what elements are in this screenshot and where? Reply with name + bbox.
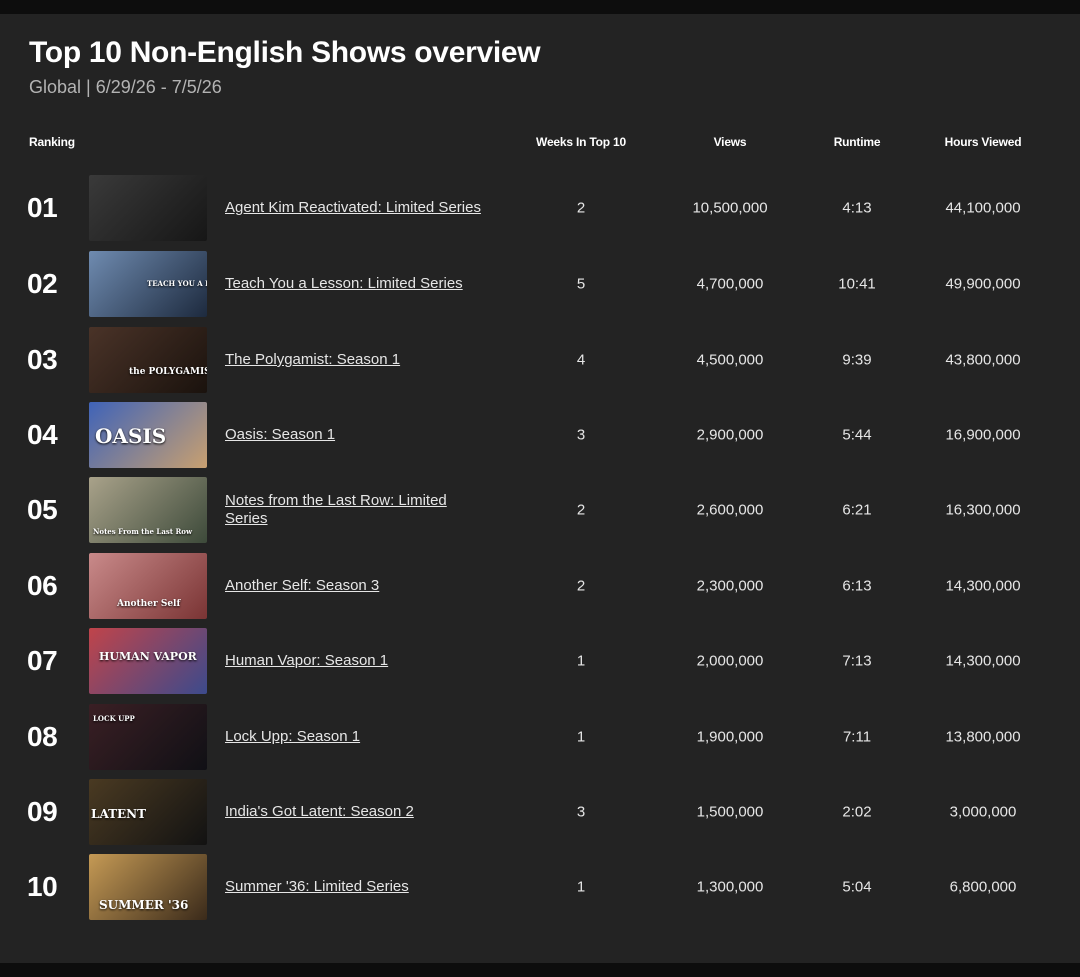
show-thumbnail[interactable]: LATENT bbox=[89, 779, 207, 845]
thumbnail-title-art: HUMAN VAPOR bbox=[99, 650, 197, 663]
weeks-in-top10: 4 bbox=[576, 351, 586, 369]
col-header-weeks: Weeks In Top 10 bbox=[536, 135, 626, 149]
hours-viewed-value: 13,800,000 bbox=[945, 728, 1021, 746]
show-title-link[interactable]: Oasis: Season 1 bbox=[225, 426, 485, 444]
show-title-link[interactable]: Summer '36: Limited Series bbox=[225, 878, 485, 896]
col-header-runtime: Runtime bbox=[833, 135, 881, 149]
show-title-link[interactable]: The Polygamist: Season 1 bbox=[225, 351, 485, 369]
hours-viewed-value: 6,800,000 bbox=[949, 878, 1017, 896]
table-row: 03 the POLYGAMIST The Polygamist: Season… bbox=[0, 327, 1080, 393]
thumbnail-title-art: Another Self bbox=[117, 599, 181, 609]
weeks-in-top10: 1 bbox=[576, 728, 586, 746]
show-title-link[interactable]: Human Vapor: Season 1 bbox=[225, 652, 485, 670]
hours-viewed-value: 14,300,000 bbox=[945, 652, 1021, 670]
show-title-link[interactable]: India's Got Latent: Season 2 bbox=[225, 803, 485, 821]
show-title-link[interactable]: Agent Kim Reactivated: Limited Series bbox=[225, 199, 485, 217]
table-row: 08 LOCK UPP Lock Upp: Season 1 1 1,900,0… bbox=[0, 704, 1080, 770]
show-title-link[interactable]: Another Self: Season 3 bbox=[225, 577, 485, 595]
weeks-in-top10: 1 bbox=[576, 652, 586, 670]
views-value: 4,500,000 bbox=[696, 351, 764, 369]
rank-number: 01 bbox=[27, 192, 58, 223]
weeks-in-top10: 2 bbox=[576, 577, 586, 595]
rank-number: 07 bbox=[27, 645, 58, 676]
views-value: 1,300,000 bbox=[696, 878, 764, 896]
show-thumbnail[interactable]: HUMAN VAPOR bbox=[89, 628, 207, 694]
views-value: 2,900,000 bbox=[696, 426, 764, 444]
views-value: 1,500,000 bbox=[696, 803, 764, 821]
thumbnail-title-art: TEACH YOU A LESSON bbox=[147, 279, 207, 288]
col-header-hours: Hours Viewed bbox=[944, 135, 1022, 149]
col-header-views: Views bbox=[713, 135, 747, 149]
show-thumbnail[interactable]: Notes From the Last Row bbox=[89, 477, 207, 543]
show-thumbnail[interactable]: LOCK UPP bbox=[89, 704, 207, 770]
thumbnail-title-art: the POLYGAMIST bbox=[129, 367, 207, 377]
hours-viewed-value: 14,300,000 bbox=[945, 577, 1021, 595]
runtime-value: 5:04 bbox=[842, 878, 872, 896]
show-thumbnail[interactable]: SUMMER '36 bbox=[89, 854, 207, 920]
show-thumbnail[interactable]: OASIS bbox=[89, 402, 207, 468]
views-value: 2,300,000 bbox=[696, 577, 764, 595]
rank-number: 09 bbox=[27, 796, 58, 827]
bottom-bar bbox=[0, 963, 1080, 977]
hours-viewed-value: 16,900,000 bbox=[945, 426, 1021, 444]
runtime-value: 9:39 bbox=[842, 351, 872, 369]
show-thumbnail[interactable] bbox=[89, 175, 207, 241]
show-title-link[interactable]: Notes from the Last Row: Limited Series bbox=[225, 492, 485, 528]
weeks-in-top10: 3 bbox=[576, 426, 586, 444]
table-row: 06 Another Self Another Self: Season 3 2… bbox=[0, 553, 1080, 619]
hours-viewed-value: 44,100,000 bbox=[945, 199, 1021, 217]
runtime-value: 2:02 bbox=[842, 803, 872, 821]
thumbnail-title-art: LOCK UPP bbox=[93, 714, 135, 723]
show-thumbnail[interactable]: Another Self bbox=[89, 553, 207, 619]
table-row: 07 HUMAN VAPOR Human Vapor: Season 1 1 2… bbox=[0, 628, 1080, 694]
top10-panel: Top 10 Non-English Shows overview Global… bbox=[0, 14, 1080, 963]
table-row: 09 LATENT India's Got Latent: Season 2 3… bbox=[0, 779, 1080, 845]
runtime-value: 7:13 bbox=[842, 652, 872, 670]
show-title-link[interactable]: Lock Upp: Season 1 bbox=[225, 728, 485, 746]
runtime-value: 6:13 bbox=[842, 577, 872, 595]
weeks-in-top10: 2 bbox=[576, 199, 586, 217]
table-row: 10 SUMMER '36 Summer '36: Limited Series… bbox=[0, 854, 1080, 920]
hours-viewed-value: 16,300,000 bbox=[945, 501, 1021, 519]
table-row: 01 Agent Kim Reactivated: Limited Series… bbox=[0, 175, 1080, 241]
rank-number: 10 bbox=[27, 871, 58, 902]
rank-number: 08 bbox=[27, 721, 58, 752]
table-row: 04 OASIS Oasis: Season 1 3 2,900,000 5:4… bbox=[0, 402, 1080, 468]
rank-number: 03 bbox=[27, 344, 58, 375]
runtime-value: 10:41 bbox=[838, 275, 876, 293]
thumbnail-title-art: OASIS bbox=[95, 424, 167, 448]
rank-number: 02 bbox=[27, 268, 58, 299]
runtime-value: 7:11 bbox=[842, 728, 872, 746]
show-thumbnail[interactable]: the POLYGAMIST bbox=[89, 327, 207, 393]
weeks-in-top10: 1 bbox=[576, 878, 586, 896]
thumbnail-title-art: LATENT bbox=[91, 807, 147, 821]
col-header-ranking: Ranking bbox=[29, 135, 75, 149]
hours-viewed-value: 3,000,000 bbox=[949, 803, 1017, 821]
weeks-in-top10: 2 bbox=[576, 501, 586, 519]
thumbnail-title-art: SUMMER '36 bbox=[99, 898, 189, 912]
hours-viewed-value: 43,800,000 bbox=[945, 351, 1021, 369]
table-row: 05 Notes From the Last Row Notes from th… bbox=[0, 477, 1080, 543]
views-value: 2,000,000 bbox=[696, 652, 764, 670]
views-value: 1,900,000 bbox=[696, 728, 764, 746]
show-thumbnail[interactable]: TEACH YOU A LESSON bbox=[89, 251, 207, 317]
rank-number: 06 bbox=[27, 570, 58, 601]
page-subtitle: Global | 6/29/26 - 7/5/26 bbox=[29, 77, 222, 97]
table-row: 02 TEACH YOU A LESSON Teach You a Lesson… bbox=[0, 251, 1080, 317]
rank-number: 04 bbox=[27, 419, 58, 450]
runtime-value: 6:21 bbox=[842, 501, 872, 519]
runtime-value: 4:13 bbox=[842, 199, 872, 217]
thumbnail-title-art: Notes From the Last Row bbox=[93, 527, 192, 536]
page-title: Top 10 Non-English Shows overview bbox=[29, 36, 541, 69]
hours-viewed-value: 49,900,000 bbox=[945, 275, 1021, 293]
weeks-in-top10: 5 bbox=[576, 275, 586, 293]
views-value: 4,700,000 bbox=[696, 275, 764, 293]
views-value: 2,600,000 bbox=[696, 501, 764, 519]
runtime-value: 5:44 bbox=[842, 426, 872, 444]
rank-number: 05 bbox=[27, 494, 58, 525]
weeks-in-top10: 3 bbox=[576, 803, 586, 821]
show-title-link[interactable]: Teach You a Lesson: Limited Series bbox=[225, 275, 485, 293]
views-value: 10,500,000 bbox=[692, 199, 768, 217]
